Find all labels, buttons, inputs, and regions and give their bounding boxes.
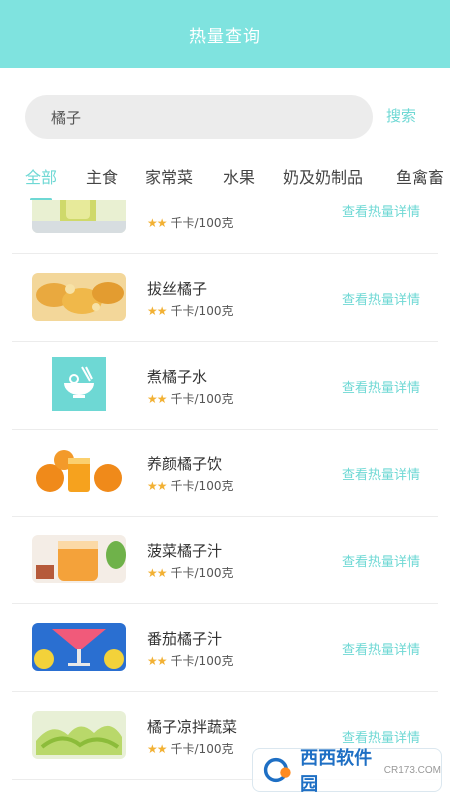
rating-stars-icon: ★★ (147, 565, 167, 580)
food-name: 煮橘子水 (147, 368, 208, 386)
calorie-unit: 千卡/100克 (170, 654, 234, 668)
list-item[interactable]: 拔丝橘子 ★★ 千卡/100克 查看热量详情 (12, 254, 438, 342)
calorie-info: ★★ 千卡/100克 (147, 740, 233, 757)
rating-stars-icon: ★★ (147, 741, 167, 756)
rating-stars-icon: ★★ (147, 391, 167, 406)
tab-fruit[interactable]: 水果 (223, 164, 255, 188)
view-calorie-detail-link[interactable]: 查看热量详情 (342, 377, 420, 396)
list-item[interactable]: 菠菜橘子汁 ★★ 千卡/100克 查看热量详情 (12, 516, 438, 604)
calorie-unit: 千卡/100克 (170, 742, 234, 756)
watermark-logo-icon (263, 757, 291, 783)
view-calorie-detail-link[interactable]: 查看热量详情 (342, 639, 420, 658)
watermark-text: 西西软件园 (300, 748, 373, 794)
food-thumbnail (52, 357, 106, 411)
site-watermark: 西西软件园 CR173.COM (252, 748, 442, 794)
tab-home-cooking[interactable]: 家常菜 (145, 164, 193, 188)
app-header: 热量查询 (0, 0, 450, 68)
page-title: 热量查询 (189, 26, 261, 47)
food-name: 番茄橘子汁 (147, 630, 223, 648)
watermark-subtext: CR173.COM (383, 764, 441, 776)
food-thumbnail (32, 711, 126, 759)
search-input[interactable]: 橘子 (25, 95, 373, 139)
calorie-unit: 千卡/100克 (170, 566, 234, 580)
rating-stars-icon: ★★ (147, 303, 167, 318)
food-thumbnail (32, 200, 126, 233)
list-item[interactable]: 煮橘子水 ★★ 千卡/100克 查看热量详情 (12, 342, 438, 430)
search-input-value: 橘子 (51, 108, 82, 127)
calorie-unit: 千卡/100克 (170, 304, 234, 318)
view-calorie-detail-link[interactable]: 查看热量详情 (342, 201, 420, 220)
calorie-info: ★★ 千卡/100克 (147, 390, 233, 407)
food-name: 橘子凉拌蔬菜 (147, 718, 238, 736)
calorie-info: ★★ 千卡/100克 (147, 652, 233, 669)
view-calorie-detail-link[interactable]: 查看热量详情 (342, 551, 420, 570)
food-list: ★★ 千卡/100克 查看热量详情 拔丝橘子 ★★ 千卡/100克 查看热量详情 (0, 200, 450, 800)
rating-stars-icon: ★★ (147, 653, 167, 668)
calorie-unit: 千卡/100克 (170, 479, 234, 493)
tab-staple[interactable]: 主食 (86, 164, 118, 188)
search-bar: 橘子 搜索 (0, 95, 450, 139)
tab-all[interactable]: 全部 (25, 164, 57, 188)
calorie-info: ★★ 千卡/100克 (147, 302, 233, 319)
tab-dairy[interactable]: 奶及奶制品 (283, 164, 363, 188)
food-name: 菠菜橘子汁 (147, 542, 223, 560)
calorie-info: ★★ 千卡/100克 (147, 214, 233, 231)
list-item[interactable]: 番茄橘子汁 ★★ 千卡/100克 查看热量详情 (12, 604, 438, 692)
category-tabs: 全部 主食 家常菜 水果 奶及奶制品 鱼禽畜 (0, 164, 450, 200)
food-name: 养颜橘子饮 (147, 455, 223, 473)
food-name: 拔丝橘子 (147, 280, 208, 298)
food-thumbnail (32, 623, 126, 671)
calorie-info: ★★ 千卡/100克 (147, 564, 233, 581)
food-thumbnail (32, 535, 126, 583)
calorie-unit: 千卡/100克 (170, 392, 234, 406)
list-item[interactable]: 养颜橘子饮 ★★ 千卡/100克 查看热量详情 (12, 429, 438, 517)
search-button[interactable]: 搜索 (386, 105, 416, 126)
calorie-info: ★★ 千卡/100克 (147, 477, 233, 494)
tab-meat-fish[interactable]: 鱼禽畜 (396, 164, 444, 188)
food-thumbnail (32, 273, 126, 321)
view-calorie-detail-link[interactable]: 查看热量详情 (342, 289, 420, 308)
view-calorie-detail-link[interactable]: 查看热量详情 (342, 464, 420, 483)
calorie-unit: 千卡/100克 (170, 216, 234, 230)
rating-stars-icon: ★★ (147, 215, 167, 230)
food-thumbnail (32, 448, 126, 496)
rating-stars-icon: ★★ (147, 478, 167, 493)
list-item[interactable]: ★★ 千卡/100克 查看热量详情 (12, 200, 438, 254)
